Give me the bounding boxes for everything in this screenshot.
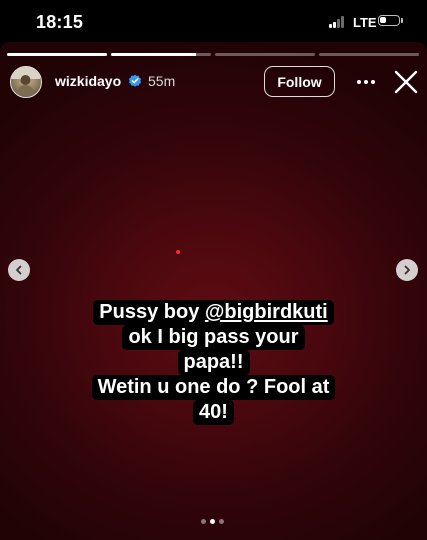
previous-story-button[interactable] <box>8 259 30 281</box>
post-time-ago: 55m <box>148 73 176 89</box>
network-type: LTE <box>353 15 377 30</box>
story-progress-bar <box>7 53 419 56</box>
story-viewer: 18:15 LTE wizkidayo 55m Follow Pussy boy… <box>0 0 427 540</box>
battery-cap <box>401 18 403 23</box>
close-icon[interactable] <box>394 70 418 94</box>
username[interactable]: wizkidayo <box>55 73 121 89</box>
story-progress-fill <box>111 53 196 56</box>
story-progress-segment <box>111 53 211 56</box>
red-accent-dot <box>176 250 180 254</box>
mention-link[interactable]: @bigbirdkuti <box>205 301 328 323</box>
status-bar: 18:15 LTE <box>0 0 427 42</box>
more-options-icon[interactable] <box>354 70 378 94</box>
verified-badge-icon <box>128 74 142 87</box>
pagination-dot <box>219 519 224 524</box>
avatar-image <box>11 67 40 96</box>
pagination-dots <box>201 519 224 524</box>
story-progress-fill <box>7 53 107 56</box>
chevron-right-icon <box>404 265 410 275</box>
caption-line-1: Pussy boy @bigbirdkuti <box>93 300 334 325</box>
caption-line-1-text: Pussy boy <box>99 301 205 323</box>
caption-line-4: Wetin u one do ? Fool at <box>91 375 336 400</box>
story-caption: Pussy boy @bigbirdkuti ok I big pass you… <box>0 300 427 425</box>
story-progress-segment <box>319 53 419 56</box>
story-progress-segment <box>7 53 107 56</box>
pagination-dot <box>201 519 206 524</box>
caption-line-3: papa!! <box>177 350 250 375</box>
story-progress-segment <box>215 53 315 56</box>
cellular-signal-icon <box>329 16 347 28</box>
avatar[interactable] <box>10 66 42 98</box>
battery-fill <box>380 17 386 23</box>
pagination-dot <box>210 519 215 524</box>
follow-button[interactable]: Follow <box>264 66 335 97</box>
caption-line-2: ok I big pass your <box>122 325 305 350</box>
next-story-button[interactable] <box>396 259 418 281</box>
story-background[interactable] <box>0 42 427 540</box>
caption-line-5: 40! <box>193 400 234 425</box>
status-time: 18:15 <box>36 12 84 32</box>
chevron-left-icon <box>16 265 22 275</box>
battery-icon <box>378 15 400 26</box>
